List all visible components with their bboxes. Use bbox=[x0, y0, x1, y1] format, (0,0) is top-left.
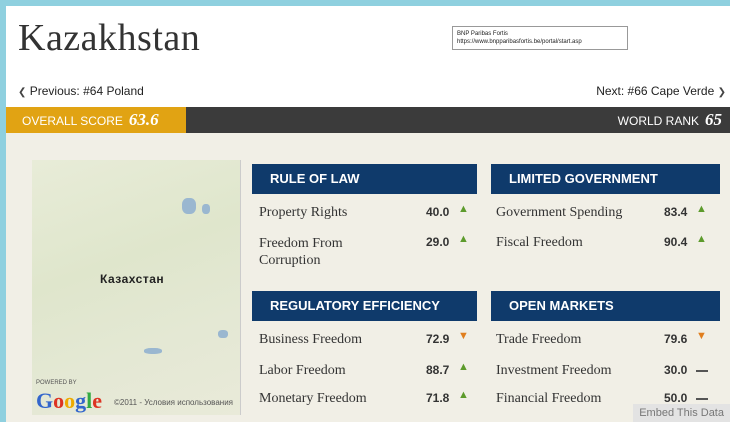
overall-score-value: 63.6 bbox=[128, 110, 159, 129]
tooltip-url: https://www.bnpparibasfortis.be/portal/s… bbox=[457, 39, 582, 45]
trade-freedom-label: Trade Freedom bbox=[496, 332, 582, 347]
fiscal-freedom-value: 90.4 bbox=[664, 235, 688, 249]
chevron-right-icon: ❯ bbox=[717, 87, 726, 98]
business-freedom-value: 72.9 bbox=[426, 332, 450, 346]
page-title: Kazakhstan bbox=[18, 17, 201, 59]
score-bar: OVERALL SCORE 63.6 WORLD RANK 65 bbox=[6, 107, 730, 133]
government-spending-value: 83.4 bbox=[664, 205, 688, 219]
freedom-from-corruption-label: Freedom From Corruption bbox=[259, 236, 343, 268]
previous-country-label: Previous: #64 Poland bbox=[29, 84, 144, 98]
world-rank: WORLD RANK 65 bbox=[618, 107, 722, 133]
panel-regulatory-efficiency-header[interactable]: REGULATORY EFFICIENCY bbox=[252, 291, 477, 321]
url-tooltip: BNP Paribas Fortis https://www.bnppariba… bbox=[452, 26, 628, 50]
property-rights-value: 40.0 bbox=[426, 205, 450, 219]
country-nav: ❮ Previous: #64 Poland Next: #66 Cape Ve… bbox=[6, 84, 730, 100]
overall-score-label: OVERALL SCORE bbox=[22, 114, 123, 128]
tooltip-title: BNP Paribas Fortis bbox=[457, 31, 508, 37]
lake-shape bbox=[182, 198, 196, 214]
embed-data-button[interactable]: Embed This Data bbox=[633, 404, 730, 422]
financial-freedom-value: 50.0 bbox=[664, 391, 688, 405]
labor-freedom-value: 88.7 bbox=[426, 363, 450, 377]
panel-open-markets-header[interactable]: OPEN MARKETS bbox=[491, 291, 720, 321]
trend-up-icon: ▲ bbox=[696, 233, 707, 245]
trend-up-icon: ▲ bbox=[458, 203, 469, 215]
trend-down-icon: ▼ bbox=[458, 330, 469, 342]
trend-up-icon: ▲ bbox=[458, 389, 469, 401]
next-country-link[interactable]: Next: #66 Cape Verde ❯ bbox=[596, 84, 726, 98]
country-map[interactable]: Казахстан POWERED BY Google ©2011 - Усло… bbox=[32, 160, 241, 415]
property-rights-label: Property Rights bbox=[259, 205, 348, 220]
world-rank-label: WORLD RANK bbox=[617, 114, 699, 128]
trade-freedom-value: 79.6 bbox=[664, 332, 688, 346]
trend-down-icon: ▼ bbox=[696, 330, 707, 342]
panel-rule-of-law-header[interactable]: RULE OF LAW bbox=[252, 164, 477, 194]
monetary-freedom-label: Monetary Freedom bbox=[259, 391, 367, 406]
panel-limited-government-header[interactable]: LIMITED GOVERNMENT bbox=[491, 164, 720, 194]
map-terms-link[interactable]: ©2011 - Условия использования bbox=[114, 398, 233, 407]
trend-flat-icon bbox=[696, 370, 708, 372]
powered-by-label: POWERED BY bbox=[36, 380, 77, 386]
lake-shape bbox=[144, 348, 162, 354]
next-country-label: Next: #66 Cape Verde bbox=[596, 84, 715, 98]
financial-freedom-label: Financial Freedom bbox=[496, 391, 602, 406]
trend-up-icon: ▲ bbox=[458, 233, 469, 245]
labor-freedom-label: Labor Freedom bbox=[259, 363, 346, 378]
world-rank-value: 65 bbox=[705, 110, 722, 129]
content-area: Казахстан POWERED BY Google ©2011 - Усло… bbox=[6, 133, 730, 422]
trend-up-icon: ▲ bbox=[696, 203, 707, 215]
page: Kazakhstan BNP Paribas Fortis https://ww… bbox=[6, 6, 730, 422]
lake-shape bbox=[202, 204, 210, 214]
trend-flat-icon bbox=[696, 398, 708, 400]
freedom-from-corruption-value: 29.0 bbox=[426, 235, 450, 249]
previous-country-link[interactable]: ❮ Previous: #64 Poland bbox=[18, 84, 144, 98]
overall-score: OVERALL SCORE 63.6 bbox=[6, 107, 186, 133]
government-spending-label: Government Spending bbox=[496, 205, 623, 220]
google-logo[interactable]: Google bbox=[36, 388, 102, 414]
map-country-label: Казахстан bbox=[100, 272, 165, 286]
fiscal-freedom-label: Fiscal Freedom bbox=[496, 235, 583, 250]
monetary-freedom-value: 71.8 bbox=[426, 391, 450, 405]
investment-freedom-label: Investment Freedom bbox=[496, 363, 612, 378]
trend-up-icon: ▲ bbox=[458, 361, 469, 373]
business-freedom-label: Business Freedom bbox=[259, 332, 363, 347]
chevron-left-icon: ❮ bbox=[18, 87, 27, 98]
investment-freedom-value: 30.0 bbox=[664, 363, 688, 377]
lake-shape bbox=[218, 330, 228, 338]
